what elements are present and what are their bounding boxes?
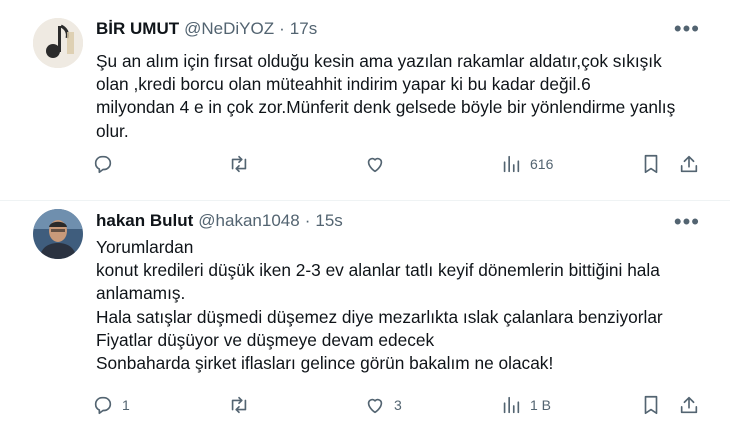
- share-button[interactable]: [678, 394, 700, 416]
- retweet-button[interactable]: [228, 394, 258, 416]
- tweet-text-line: anlamamış.: [96, 283, 186, 304]
- bookmark-button[interactable]: [640, 394, 662, 416]
- tweet-text-line: Şu an alım için fırsat olduğu kesin ama …: [96, 51, 662, 71]
- author-name[interactable]: BİR UMUT: [96, 19, 179, 39]
- separator-dot: ·: [279, 19, 285, 38]
- retweet-icon: [231, 396, 247, 414]
- more-options-icon[interactable]: •••: [674, 18, 700, 40]
- more-options-icon[interactable]: •••: [674, 211, 700, 233]
- avatar[interactable]: [33, 18, 83, 68]
- tweet-text-line: olan ,kredi borcu olan müteahhit indirim…: [96, 74, 591, 95]
- like-button[interactable]: 3: [364, 394, 402, 416]
- bookmark-icon: [644, 154, 658, 174]
- tweet-text-line: Yorumlardan: [96, 237, 194, 257]
- retweet-icon: [231, 155, 247, 173]
- tweet[interactable]: hakan Bulut @hakan1048 · 15s ••• Yorumla…: [0, 201, 730, 420]
- author-handle[interactable]: @NeDiYOZ: [184, 19, 274, 39]
- heart-icon: [367, 398, 383, 414]
- like-button[interactable]: [364, 153, 394, 175]
- views-icon: [503, 396, 520, 414]
- bookmark-icon: [644, 395, 658, 415]
- timestamp[interactable]: 15s: [315, 211, 342, 231]
- tweet-text-line: Fiyatlar düşüyor ve düşmeye devam edecek: [96, 329, 435, 350]
- tweet-text-line: Sonbaharda şirket iflasları gelince görü…: [96, 353, 554, 374]
- bookmark-button[interactable]: [640, 153, 662, 175]
- avatar[interactable]: [33, 209, 83, 259]
- tweet-text: Yorumlardan konut kredileri düşük iken 2…: [96, 236, 711, 375]
- reply-count: 1: [122, 397, 130, 413]
- author-handle[interactable]: @hakan1048: [198, 211, 299, 231]
- tweet-text-line: olur.: [96, 120, 129, 141]
- tweet[interactable]: BİR UMUT @NeDiYOZ · 17s ••• Şu an alım i…: [0, 0, 730, 201]
- reply-button[interactable]: 1: [92, 394, 130, 416]
- separator-dot: ·: [304, 211, 311, 230]
- share-button[interactable]: [678, 153, 700, 175]
- tweet-text-line: konut kredileri düşük iken 2-3 ev alanla…: [96, 260, 660, 281]
- tweet-text-line: milyondan 4 e in çok zor.Münferit denk g…: [96, 97, 676, 118]
- views-count: 1 B: [530, 397, 552, 413]
- tweet-text: Şu an alım için fırsat olduğu kesin ama …: [96, 50, 711, 143]
- views-icon: [503, 155, 520, 173]
- like-count: 3: [394, 397, 402, 413]
- reply-icon: [94, 155, 112, 174]
- reply-icon: [94, 396, 112, 415]
- tweet-text-line: Hala satışlar düşmedi düşemez diye mezar…: [96, 306, 663, 327]
- author-name[interactable]: hakan Bulut: [96, 211, 193, 231]
- tweet-header: BİR UMUT @NeDiYOZ · 17s: [96, 19, 317, 39]
- reply-button[interactable]: [92, 153, 122, 175]
- action-bar: 616: [80, 153, 720, 183]
- timestamp[interactable]: 17s: [290, 19, 317, 39]
- tweet-header: hakan Bulut @hakan1048 · 15s: [96, 211, 343, 231]
- views-button[interactable]: 616: [500, 153, 553, 175]
- share-icon: [680, 155, 698, 173]
- views-count: 616: [530, 156, 554, 172]
- heart-icon: [367, 157, 383, 173]
- share-icon: [680, 396, 698, 414]
- retweet-button[interactable]: [228, 153, 258, 175]
- views-button[interactable]: 1 B: [500, 394, 551, 416]
